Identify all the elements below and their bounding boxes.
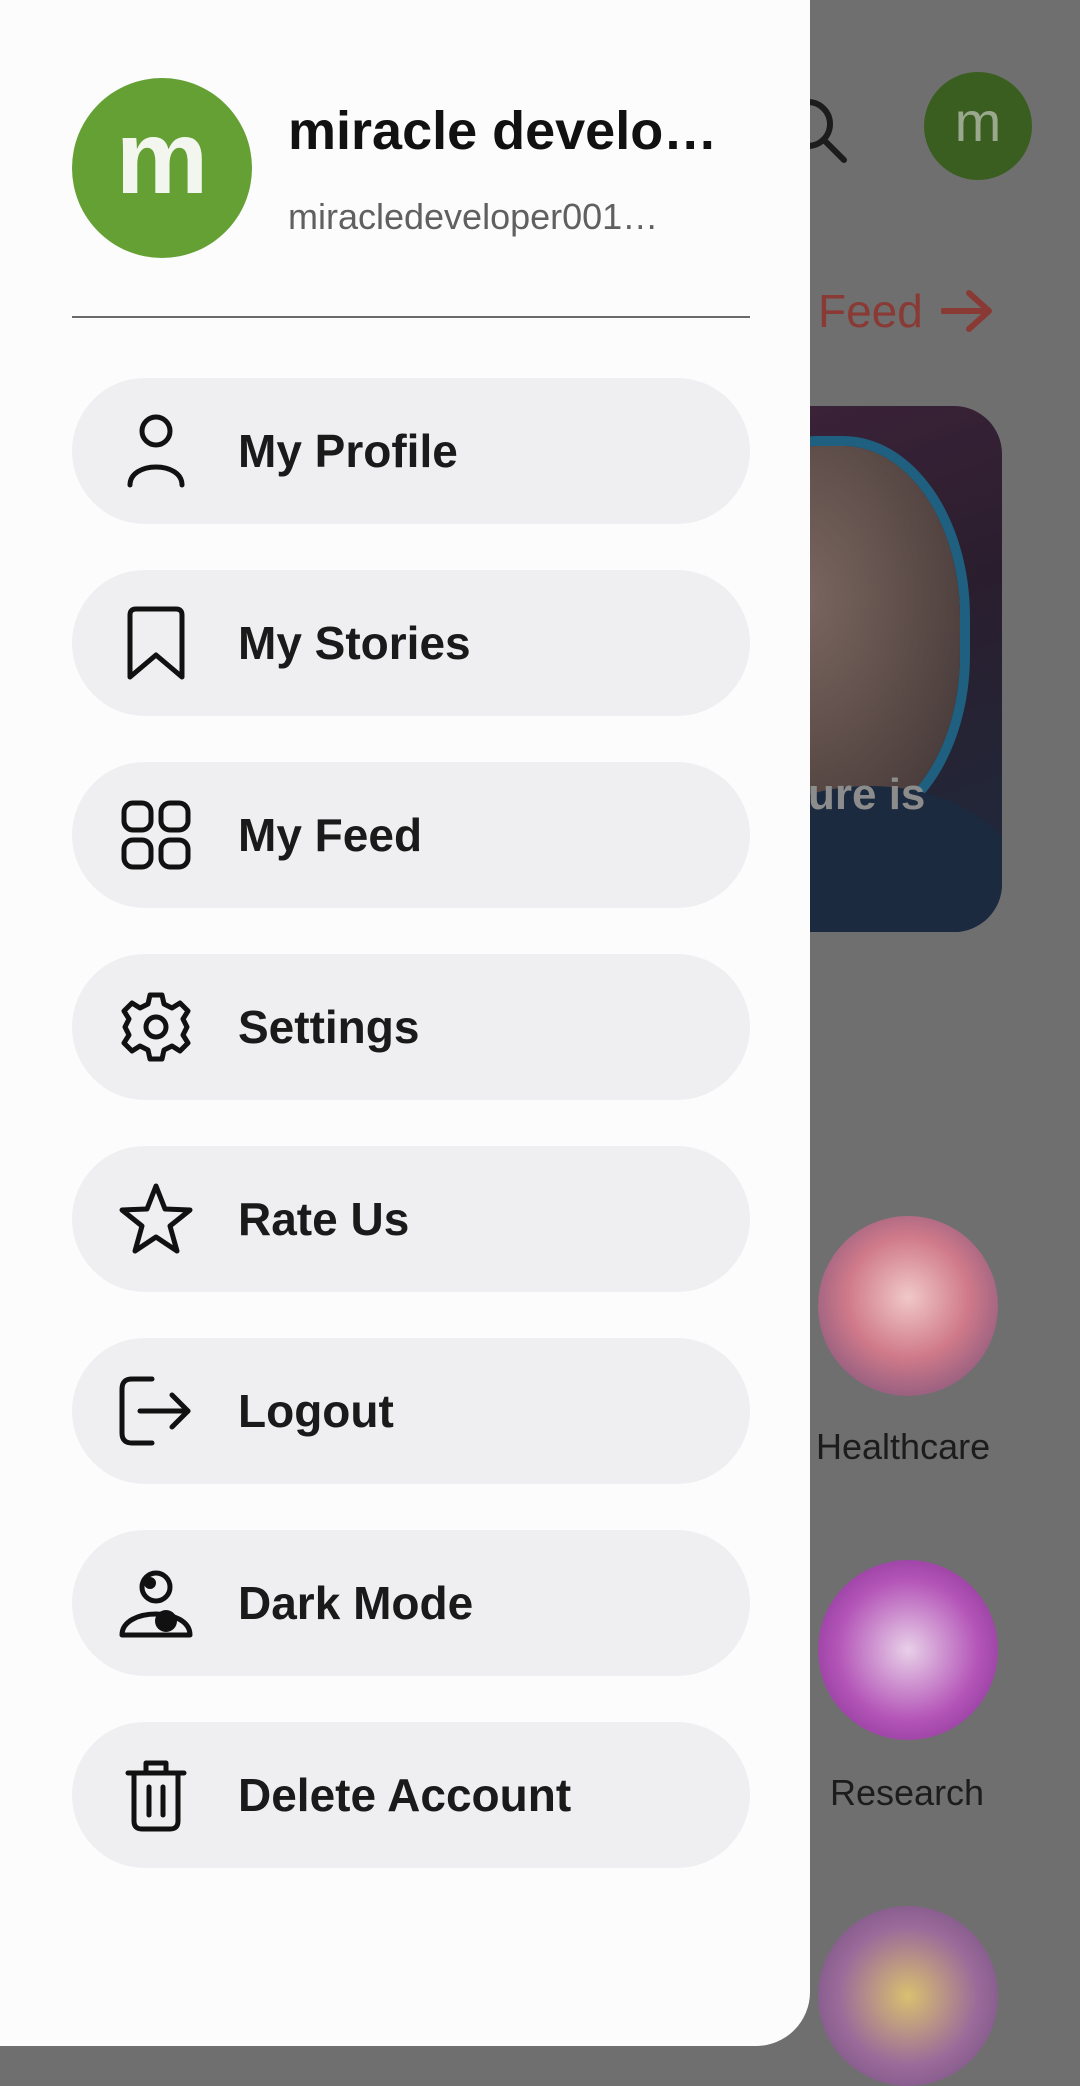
navigation-drawer: m miracle develo… miracledeveloper001… M… [0, 0, 810, 2046]
feed-link[interactable]: Feed [818, 284, 993, 338]
menu-item-my-feed[interactable]: My Feed [72, 762, 750, 908]
menu-item-label: Dark Mode [238, 1577, 474, 1629]
divider [72, 316, 750, 318]
feed-link-label: Feed [818, 285, 923, 337]
menu-item-my-stories[interactable]: My Stories [72, 570, 750, 716]
person-icon [118, 413, 194, 489]
grid-icon [118, 797, 194, 873]
trash-icon [118, 1757, 194, 1833]
category-research-image[interactable] [818, 1560, 998, 1740]
header-avatar[interactable]: m [924, 72, 1032, 180]
menu-item-label: Settings [238, 1001, 420, 1053]
profile-email: miracledeveloper001… [288, 196, 659, 237]
menu-item-settings[interactable]: Settings [72, 954, 750, 1100]
story-card-title: ure is [808, 770, 926, 819]
gear-icon [118, 989, 194, 1065]
logout-icon [118, 1373, 194, 1449]
category-healthcare-label: Healthcare [816, 1426, 991, 1467]
menu-item-logout[interactable]: Logout [72, 1338, 750, 1484]
menu-item-label: My Feed [238, 809, 423, 861]
category-research-label: Research [830, 1772, 985, 1813]
menu-item-label: Logout [238, 1385, 394, 1437]
menu-item-label: Delete Account [238, 1769, 572, 1821]
menu-item-label: Rate Us [238, 1193, 410, 1245]
profile-name: miracle develo… [288, 101, 718, 161]
profile-avatar[interactable]: m [72, 78, 252, 258]
story-card[interactable] [780, 406, 1002, 932]
category-healthcare-image[interactable] [818, 1216, 998, 1396]
category-image[interactable] [818, 1906, 998, 2086]
menu-item-delete-account[interactable]: Delete Account [72, 1722, 750, 1868]
menu-item-label: My Stories [238, 617, 471, 669]
menu-item-rate-us[interactable]: Rate Us [72, 1146, 750, 1292]
dark-mode-icon [118, 1565, 194, 1641]
menu-item-my-profile[interactable]: My Profile [72, 378, 750, 524]
menu-item-label: My Profile [238, 425, 458, 477]
bookmark-icon [118, 605, 194, 681]
menu-item-dark-mode[interactable]: Dark Mode [72, 1530, 750, 1676]
arrow-right-icon [940, 289, 993, 333]
star-icon [118, 1181, 194, 1257]
